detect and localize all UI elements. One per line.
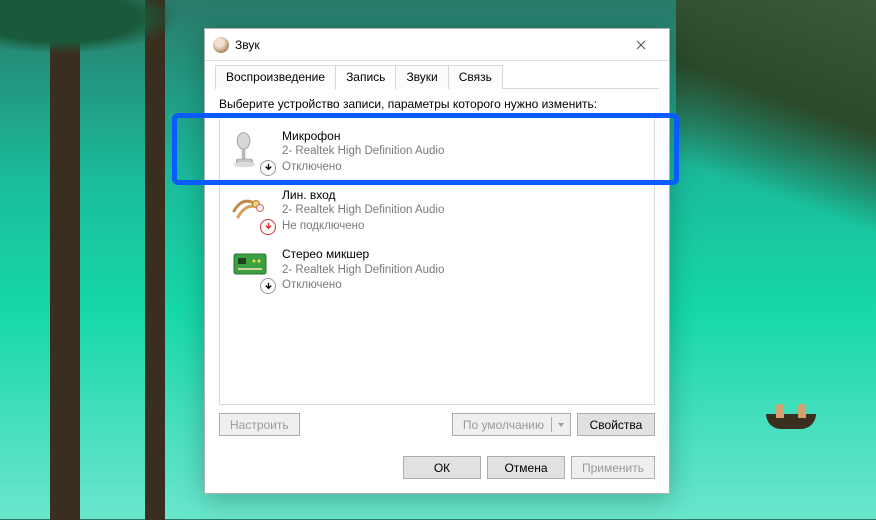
dialog-footer: ОК Отмена Применить: [205, 446, 669, 493]
properties-button[interactable]: Свойства: [577, 413, 655, 436]
sound-icon: [213, 37, 229, 53]
ok-button[interactable]: ОК: [403, 456, 481, 479]
device-description: 2- Realtek High Definition Audio: [282, 263, 444, 279]
set-default-button: По умолчанию: [452, 413, 571, 436]
tab-sounds[interactable]: Звуки: [395, 65, 448, 89]
split-separator: [551, 417, 552, 432]
tab-content: Выберите устройство записи, параметры ко…: [205, 89, 669, 446]
bg-shore: [676, 0, 876, 260]
down-arrow-badge-icon: [260, 278, 276, 294]
set-default-label: По умолчанию: [463, 418, 544, 432]
cancel-button[interactable]: Отмена: [487, 456, 565, 479]
device-info: Лин. вход 2- Realtek High Definition Aud…: [282, 187, 444, 234]
tab-recording[interactable]: Запись: [335, 65, 396, 90]
bg-foliage: [0, 0, 200, 60]
window-title: Звук: [235, 38, 621, 52]
device-info: Стерео микшер 2- Realtek High Definition…: [282, 246, 444, 293]
bg-tree: [145, 0, 165, 520]
device-item-line-in[interactable]: Лин. вход 2- Realtek High Definition Aud…: [220, 181, 654, 240]
tab-communications[interactable]: Связь: [448, 65, 503, 89]
apply-button: Применить: [571, 456, 655, 479]
microphone-icon: [230, 130, 274, 174]
mixer-icon: [230, 248, 274, 292]
down-arrow-badge-icon: [260, 219, 276, 235]
device-name: Стерео микшер: [282, 246, 444, 262]
device-description: 2- Realtek High Definition Audio: [282, 203, 444, 219]
chevron-down-icon: [557, 421, 565, 429]
tab-playback[interactable]: Воспроизведение: [215, 65, 336, 89]
tab-bar: Воспроизведение Запись Звуки Связь: [205, 61, 669, 89]
close-icon: [636, 40, 646, 50]
device-list: Микрофон 2- Realtek High Definition Audi…: [219, 117, 655, 405]
down-arrow-badge-icon: [260, 160, 276, 176]
device-status: Отключено: [282, 160, 444, 176]
device-info: Микрофон 2- Realtek High Definition Audi…: [282, 128, 444, 175]
action-row: Настроить По умолчанию Свойства: [219, 413, 655, 436]
device-item-microphone[interactable]: Микрофон 2- Realtek High Definition Audi…: [220, 122, 654, 181]
instruction-text: Выберите устройство записи, параметры ко…: [219, 97, 655, 111]
configure-button: Настроить: [219, 413, 300, 436]
bg-boat: [766, 414, 816, 429]
close-button[interactable]: [621, 31, 661, 59]
titlebar: Звук: [205, 29, 669, 61]
device-item-stereo-mixer[interactable]: Стерео микшер 2- Realtek High Definition…: [220, 240, 654, 299]
device-name: Лин. вход: [282, 187, 444, 203]
device-name: Микрофон: [282, 128, 444, 144]
device-status: Отключено: [282, 278, 444, 294]
device-description: 2- Realtek High Definition Audio: [282, 144, 444, 160]
line-in-icon: [230, 189, 274, 233]
device-status: Не подключено: [282, 219, 444, 235]
sound-dialog: Звук Воспроизведение Запись Звуки Связь …: [204, 28, 670, 494]
bg-tree: [50, 0, 80, 520]
